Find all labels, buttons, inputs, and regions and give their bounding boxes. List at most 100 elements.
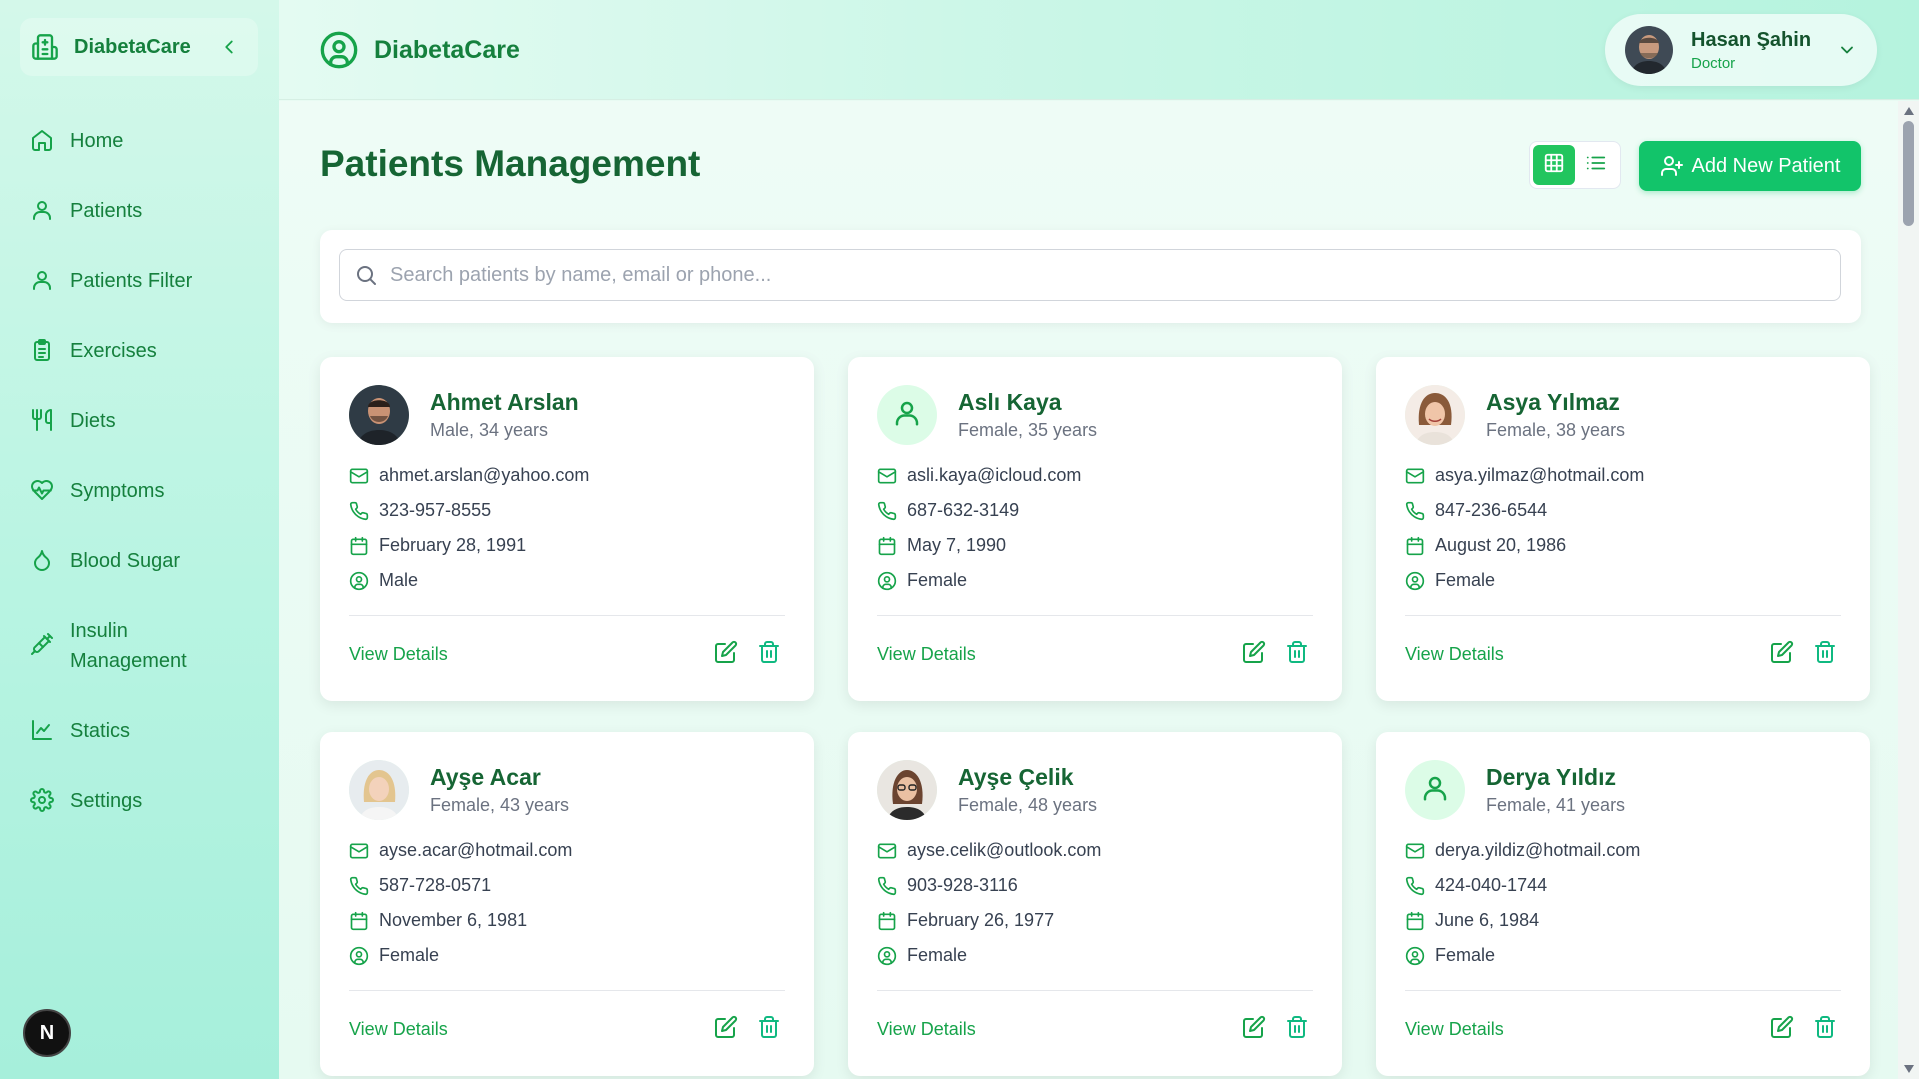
patient-gender-age: Female, 35 years [958, 420, 1098, 440]
edit-icon[interactable] [1770, 640, 1796, 666]
patient-email-row: ahmet.arslan@yahoo.com [349, 465, 589, 486]
patient-gender-row: Female [349, 945, 439, 966]
clipboard-icon [30, 338, 54, 362]
list-view-button[interactable] [1575, 145, 1617, 185]
patient-card: Asya Yılmaz Female, 38 years asya.yilmaz… [1376, 357, 1870, 701]
patient-birth-date: February 26, 1977 [907, 910, 1055, 930]
avatar [877, 760, 937, 820]
patient-email: ayse.celik@outlook.com [907, 840, 1102, 860]
patient-birth-date: November 6, 1981 [379, 910, 528, 930]
trash-icon[interactable] [757, 640, 783, 666]
sidebar-item-statics[interactable]: Statics [30, 716, 130, 746]
trash-icon[interactable] [1285, 640, 1311, 666]
patient-gender-row: Female [1405, 945, 1495, 966]
grid-view-button[interactable] [1533, 145, 1575, 185]
user-icon [30, 198, 54, 222]
patient-phone-row: 903-928-3116 [877, 875, 1018, 896]
view-details-link[interactable]: View Details [877, 644, 976, 665]
scroll-thumb[interactable] [1903, 121, 1914, 226]
trash-icon[interactable] [757, 1015, 783, 1041]
search-icon [354, 263, 378, 287]
collapse-sidebar-icon[interactable] [218, 36, 240, 58]
patient-email: derya.yildiz@hotmail.com [1435, 840, 1641, 860]
card-divider [349, 990, 785, 991]
sidebar-brand-label: DiabetaCare [74, 35, 191, 58]
sidebar-item-insulin-management[interactable]: Insulin Management [30, 616, 187, 676]
trash-icon[interactable] [1285, 1015, 1311, 1041]
search-box [339, 249, 1841, 301]
sidebar-item-label: Exercises [70, 340, 157, 362]
patient-gender-age: Female, 38 years [1486, 420, 1626, 440]
sidebar-item-label: Statics [70, 720, 131, 742]
patient-card: Ahmet Arslan Male, 34 years ahmet.arslan… [320, 357, 814, 701]
patient-email: asya.yilmaz@hotmail.com [1435, 465, 1645, 485]
patient-gender: Female [1435, 945, 1496, 965]
avatar [877, 385, 937, 445]
sidebar-item-settings[interactable]: Settings [30, 786, 142, 816]
patient-birth-row: May 7, 1990 [877, 535, 1006, 556]
patient-birth-date: February 28, 1991 [379, 535, 527, 555]
user-circle-logo-icon [319, 30, 359, 70]
edit-icon[interactable] [1770, 1015, 1796, 1041]
view-details-link[interactable]: View Details [1405, 1019, 1504, 1040]
sidebar-item-patients-filter[interactable]: Patients Filter [30, 266, 192, 296]
devtools-badge[interactable]: N [23, 1009, 71, 1057]
patient-phone: 903-928-3116 [907, 875, 1018, 895]
edit-icon[interactable] [714, 1015, 740, 1041]
sidebar-item-symptoms[interactable]: Symptoms [30, 476, 164, 506]
patient-card: Ayşe Acar Female, 43 years ayse.acar@hot… [320, 732, 814, 1076]
user-menu[interactable]: Hasan Şahin Doctor [1605, 14, 1877, 86]
sidebar-item-label: Settings [70, 790, 143, 812]
user-circle-icon [877, 946, 897, 966]
sidebar-item-patients[interactable]: Patients [30, 196, 142, 226]
patient-card: Derya Yıldız Female, 41 years derya.yild… [1376, 732, 1870, 1076]
sidebar-item-home[interactable]: Home [30, 126, 123, 156]
patient-gender: Male [379, 570, 419, 590]
patient-gender-age: Female, 48 years [958, 795, 1098, 815]
scroll-down-arrow[interactable] [1904, 1065, 1914, 1073]
patient-phone-row: 323-957-8555 [349, 500, 491, 521]
mail-icon [877, 466, 897, 486]
patient-email-row: asli.kaya@icloud.com [877, 465, 1081, 486]
view-details-link[interactable]: View Details [349, 644, 448, 665]
patient-card: Ayşe Çelik Female, 48 years ayse.celik@o… [848, 732, 1342, 1076]
patient-name: Asya Yılmaz [1486, 389, 1620, 415]
add-new-patient-button[interactable]: Add New Patient [1639, 141, 1861, 191]
view-details-link[interactable]: View Details [1405, 644, 1504, 665]
phone-icon [349, 876, 369, 896]
trash-icon[interactable] [1813, 1015, 1839, 1041]
patient-email-row: ayse.celik@outlook.com [877, 840, 1101, 861]
edit-icon[interactable] [1242, 640, 1268, 666]
user-name: Hasan Şahin [1691, 29, 1812, 51]
card-divider [877, 615, 1313, 616]
edit-icon[interactable] [714, 640, 740, 666]
user-role: Doctor [1691, 55, 1736, 72]
search-input[interactable] [390, 263, 1790, 287]
header-brand: DiabetaCare [374, 36, 520, 64]
patient-birth-row: February 26, 1977 [877, 910, 1054, 931]
patient-phone-row: 687-632-3149 [877, 500, 1019, 521]
patient-email-row: asya.yilmaz@hotmail.com [1405, 465, 1644, 486]
card-divider [349, 615, 785, 616]
view-details-link[interactable]: View Details [877, 1019, 976, 1040]
patient-phone: 323-957-8555 [379, 500, 492, 520]
avatar [349, 385, 409, 445]
scroll-up-arrow[interactable] [1904, 107, 1914, 115]
heart-pulse-icon [30, 478, 54, 502]
patient-name: Ayşe Çelik [958, 764, 1074, 790]
edit-icon[interactable] [1242, 1015, 1268, 1041]
user-circle-icon [877, 571, 897, 591]
sidebar-brand: DiabetaCare [20, 18, 258, 76]
mail-icon [1405, 841, 1425, 861]
patient-name: Ahmet Arslan [430, 389, 579, 415]
scrollbar[interactable] [1898, 101, 1919, 1079]
view-toggle [1529, 141, 1621, 189]
utensils-icon [30, 408, 54, 432]
view-details-link[interactable]: View Details [349, 1019, 448, 1040]
sidebar-item-blood-sugar[interactable]: Blood Sugar [30, 546, 180, 576]
trash-icon[interactable] [1813, 640, 1839, 666]
sidebar-item-exercises[interactable]: Exercises [30, 336, 157, 366]
user-icon [892, 398, 922, 433]
sidebar-item-diets[interactable]: Diets [30, 406, 116, 436]
sidebar-item-label: Symptoms [70, 480, 165, 502]
